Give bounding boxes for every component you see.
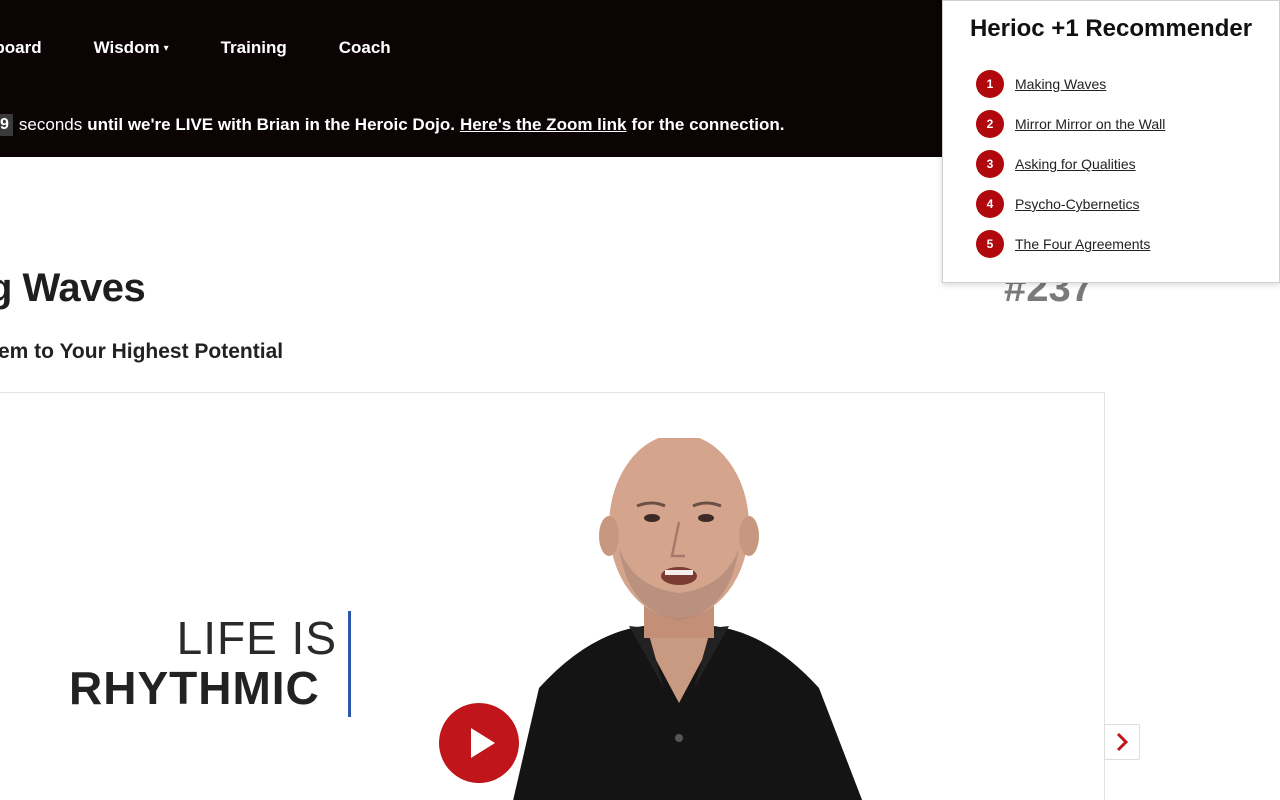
recommendation-link[interactable]: Psycho-Cybernetics [1015,196,1140,212]
recommender-title: Herioc +1 Recommender [969,15,1253,42]
countdown-number: 9 [0,114,13,136]
recommender-popup: Herioc +1 Recommender 1 Making Waves 2 M… [942,0,1280,283]
next-button[interactable] [1104,724,1140,760]
list-item: 3 Asking for Qualities [976,150,1165,178]
nav-item-label: Wisdom [93,38,160,57]
main-nav: hboard Wisdom▾ Training Coach [0,36,443,60]
video-player[interactable]: LIFE IS RHYTHMIC [0,392,1105,800]
recommender-list: 1 Making Waves 2 Mirror Mirror on the Wa… [976,70,1165,270]
rank-badge: 3 [976,150,1004,178]
recommendation-link[interactable]: The Four Agreements [1015,236,1150,252]
nav-item-label: Training [220,38,287,57]
rank-badge: 2 [976,110,1004,138]
logo-divider [348,611,351,717]
rank-badge: 4 [976,190,1004,218]
logo-line-1: LIFE IS [176,612,337,664]
presenter-image [513,438,863,800]
countdown-unit: seconds [18,115,83,134]
zoom-link[interactable]: Here's the Zoom link [460,115,627,135]
live-message-suffix: for the connection. [631,115,785,134]
lesson-title: g Waves [0,266,146,310]
nav-item-dashboard[interactable]: hboard [0,38,42,58]
nav-item-coach[interactable]: Coach [339,38,391,58]
rank-badge: 1 [976,70,1004,98]
nav-item-label: hboard [0,38,42,57]
nav-item-label: Coach [338,38,391,57]
rank-badge: 5 [976,230,1004,258]
chevron-down-icon: ▾ [163,42,169,54]
live-countdown-banner: 9 seconds until we're LIVE with Brian in… [0,112,784,138]
recommendation-link[interactable]: Making Waves [1015,76,1106,92]
list-item: 1 Making Waves [976,70,1165,98]
recommendation-link[interactable]: Mirror Mirror on the Wall [1015,116,1165,132]
play-button[interactable] [439,703,519,783]
life-is-rhythmic-logo: LIFE IS RHYTHMIC [69,611,359,721]
logo-line-2: RHYTHMIC [69,662,320,714]
lesson-subtitle: em to Your Highest Potential [0,340,284,363]
list-item: 4 Psycho-Cybernetics [976,190,1165,218]
play-icon [470,728,495,758]
live-message: until we're LIVE with Brian in the Heroi… [87,115,455,134]
nav-item-wisdom[interactable]: Wisdom ▾ [94,38,169,58]
nav-item-training[interactable]: Training [221,38,287,58]
list-item: 5 The Four Agreements [976,230,1165,258]
list-item: 2 Mirror Mirror on the Wall [976,110,1165,138]
recommendation-link[interactable]: Asking for Qualities [1015,156,1136,172]
chevron-right-icon [1116,732,1129,752]
page: hboard Wisdom▾ Training Coach 9 seconds … [0,0,1280,800]
